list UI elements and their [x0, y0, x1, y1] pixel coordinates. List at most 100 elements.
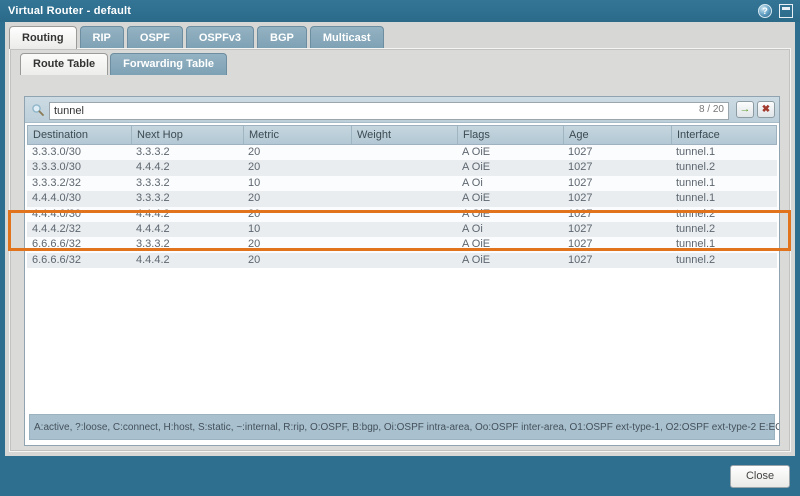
- cell-destination: 4.4.4.0/30: [27, 191, 131, 206]
- column-header-interface[interactable]: Interface: [672, 126, 776, 144]
- table-body: 3.3.3.0/303.3.3.220A OiE1027tunnel.13.3.…: [27, 145, 777, 268]
- cell-metric: 20: [243, 207, 351, 222]
- tab-routing[interactable]: Routing: [9, 26, 77, 49]
- cell-flags: A Oi: [457, 176, 563, 191]
- cell-interface: tunnel.2: [671, 160, 777, 175]
- cell-next-hop: 4.4.4.2: [131, 222, 243, 237]
- cell-interface: tunnel.1: [671, 176, 777, 191]
- cell-metric: 20: [243, 191, 351, 206]
- column-header-next-hop[interactable]: Next Hop: [132, 126, 244, 144]
- flags-legend-text: A:active, ?:loose, C:connect, H:host, S:…: [30, 422, 779, 433]
- search-box: 8 / 20: [49, 101, 729, 119]
- dialog-content: RoutingRIPOSPFOSPFv3BGPMulticast Route T…: [5, 22, 795, 456]
- cell-age: 1027: [563, 207, 671, 222]
- subtab-forwarding-table[interactable]: Forwarding Table: [110, 53, 227, 75]
- search-go-button[interactable]: →: [736, 101, 754, 118]
- cell-destination: 3.3.3.2/32: [27, 176, 131, 191]
- cell-destination: 4.4.4.0/30: [27, 207, 131, 222]
- cell-flags: A OiE: [457, 253, 563, 268]
- column-header-metric[interactable]: Metric: [244, 126, 352, 144]
- search-input[interactable]: [49, 102, 729, 120]
- cell-age: 1027: [563, 191, 671, 206]
- cell-age: 1027: [563, 222, 671, 237]
- cell-next-hop: 4.4.4.2: [131, 160, 243, 175]
- cell-metric: 20: [243, 253, 351, 268]
- cell-age: 1027: [563, 160, 671, 175]
- dialog-titlebar: Virtual Router - default ?: [0, 0, 800, 22]
- help-icon[interactable]: ?: [758, 4, 772, 18]
- table-row-7[interactable]: 6.6.6.6/323.3.3.220A OiE1027tunnel.1: [27, 237, 777, 252]
- cell-interface: tunnel.2: [671, 253, 777, 268]
- table-row-2[interactable]: 3.3.3.0/304.4.4.220 A OiE1027tunnel.2: [27, 160, 777, 175]
- cell-destination: 6.6.6.6/32: [27, 237, 131, 252]
- cell-weight: [351, 237, 457, 252]
- tab-multicast[interactable]: Multicast: [310, 26, 384, 49]
- tab-ospfv3[interactable]: OSPFv3: [186, 26, 254, 49]
- cell-destination: 3.3.3.0/30: [27, 160, 131, 175]
- routing-tab-panel: Route TableForwarding Table 8 / 20 → ✖: [9, 48, 791, 452]
- cell-interface: tunnel.1: [671, 191, 777, 206]
- route-table: DestinationNext HopMetricWeightFlagsAgeI…: [25, 123, 779, 445]
- cell-weight: [351, 160, 457, 175]
- cell-weight: [351, 207, 457, 222]
- tab-ospf[interactable]: OSPF: [127, 26, 183, 49]
- cell-age: 1027: [563, 145, 671, 160]
- cell-interface: tunnel.1: [671, 145, 777, 160]
- cell-next-hop: 4.4.4.2: [131, 253, 243, 268]
- table-row-6[interactable]: 4.4.4.2/324.4.4.210A Oi1027tunnel.2: [27, 222, 777, 237]
- column-header-weight[interactable]: Weight: [352, 126, 458, 144]
- dialog-footer: Close: [0, 456, 800, 496]
- cell-interface: tunnel.1: [671, 237, 777, 252]
- cell-age: 1027: [563, 253, 671, 268]
- cell-flags: A OiE: [457, 207, 563, 222]
- cell-weight: [351, 222, 457, 237]
- column-header-age[interactable]: Age: [564, 126, 672, 144]
- cell-weight: [351, 176, 457, 191]
- table-row-1[interactable]: 3.3.3.0/303.3.3.220 A OiE1027tunnel.1: [27, 145, 777, 160]
- flags-legend-bar: A:active, ?:loose, C:connect, H:host, S:…: [29, 414, 775, 440]
- table-row-4[interactable]: 4.4.4.0/303.3.3.220 A OiE1027tunnel.1: [27, 191, 777, 206]
- cell-interface: tunnel.2: [671, 207, 777, 222]
- column-header-destination[interactable]: Destination: [28, 126, 132, 144]
- table-row-3[interactable]: 3.3.3.2/323.3.3.210 A Oi1027tunnel.1: [27, 176, 777, 191]
- cell-age: 1027: [563, 237, 671, 252]
- table-header-row: DestinationNext HopMetricWeightFlagsAgeI…: [27, 125, 777, 145]
- search-icon: [31, 103, 45, 117]
- virtual-router-dialog: Virtual Router - default ? RoutingRIPOSP…: [0, 0, 800, 496]
- cell-next-hop: 3.3.3.2: [131, 145, 243, 160]
- cell-destination: 6.6.6.6/32: [27, 253, 131, 268]
- cell-metric: 20: [243, 145, 351, 160]
- cell-flags: A OiE: [457, 237, 563, 252]
- table-row-8[interactable]: 6.6.6.6/324.4.4.220 A OiE1027tunnel.2: [27, 253, 777, 268]
- cell-flags: A OiE: [457, 145, 563, 160]
- cell-metric: 20: [243, 160, 351, 175]
- subtab-route-table[interactable]: Route Table: [20, 53, 108, 75]
- dialog-title: Virtual Router - default: [0, 5, 131, 17]
- sub-tabs: Route TableForwarding Table: [20, 53, 229, 75]
- cell-flags: A OiE: [457, 191, 563, 206]
- cell-weight: [351, 191, 457, 206]
- cell-weight: [351, 253, 457, 268]
- cell-interface: tunnel.2: [671, 222, 777, 237]
- cell-age: 1027: [563, 176, 671, 191]
- column-header-flags[interactable]: Flags: [458, 126, 564, 144]
- search-toolbar: 8 / 20 → ✖: [25, 97, 779, 123]
- close-button[interactable]: Close: [730, 465, 790, 488]
- cell-flags: A Oi: [457, 222, 563, 237]
- search-clear-button[interactable]: ✖: [757, 101, 775, 118]
- main-tabs: RoutingRIPOSPFOSPFv3BGPMulticast: [9, 26, 387, 49]
- window-icon[interactable]: [779, 4, 793, 18]
- cell-metric: 10: [243, 176, 351, 191]
- cell-next-hop: 4.4.4.2: [131, 207, 243, 222]
- cell-metric: 10: [243, 222, 351, 237]
- cell-destination: 3.3.3.0/30: [27, 145, 131, 160]
- cell-next-hop: 3.3.3.2: [131, 191, 243, 206]
- cell-next-hop: 3.3.3.2: [131, 176, 243, 191]
- tab-rip[interactable]: RIP: [80, 26, 124, 49]
- route-table-panel: 8 / 20 → ✖ DestinationNext HopMetricWeig…: [24, 96, 780, 446]
- table-row-5[interactable]: 4.4.4.0/304.4.4.220 A OiE1027tunnel.2: [27, 207, 777, 222]
- tab-bgp[interactable]: BGP: [257, 26, 307, 49]
- cell-weight: [351, 145, 457, 160]
- cell-flags: A OiE: [457, 160, 563, 175]
- cell-next-hop: 3.3.3.2: [131, 237, 243, 252]
